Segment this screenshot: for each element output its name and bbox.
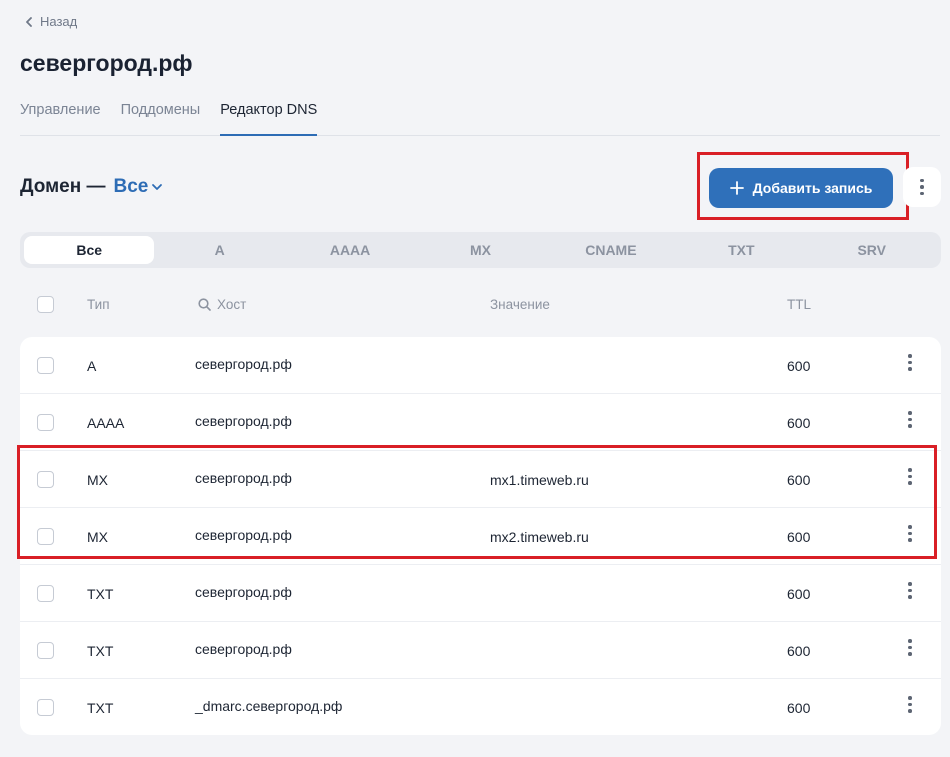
row-more-button[interactable] <box>904 582 916 604</box>
add-record-button[interactable]: Добавить запись <box>709 168 893 208</box>
row-ttl: 600 <box>787 358 811 374</box>
page-title: севергород.рф <box>20 50 193 76</box>
row-host: севергород.рф <box>195 413 292 429</box>
type-tab-all[interactable]: Все <box>24 236 155 264</box>
row-type: TXT <box>87 586 114 602</box>
header-type[interactable]: Тип <box>87 297 110 312</box>
type-tab-txt[interactable]: TXT <box>676 236 806 264</box>
domain-filter-value: Все <box>113 176 149 197</box>
row-checkbox[interactable] <box>37 357 54 374</box>
table-row[interactable]: TXT _dmarc.севергород.рф 600 <box>20 679 941 736</box>
row-checkbox[interactable] <box>37 699 54 716</box>
chevron-left-icon <box>26 16 32 27</box>
row-ttl: 600 <box>787 586 811 602</box>
tab-management[interactable]: Управление <box>20 100 101 136</box>
header-host-label: Хост <box>217 297 247 312</box>
row-ttl: 600 <box>787 700 811 716</box>
search-icon <box>198 298 211 311</box>
row-ttl: 600 <box>787 415 811 431</box>
domain-filter-label: Домен — <box>20 176 106 197</box>
table-row[interactable]: TXT севергород.рф 600 <box>20 565 941 622</box>
type-tab-mx[interactable]: MX <box>415 236 545 264</box>
row-more-button[interactable] <box>904 696 916 718</box>
row-more-button[interactable] <box>904 639 916 661</box>
row-type: TXT <box>87 700 114 716</box>
domain-filter-dropdown[interactable]: Все <box>114 176 164 198</box>
row-checkbox[interactable] <box>37 585 54 602</box>
header-ttl[interactable]: TTL <box>787 297 811 312</box>
row-checkbox[interactable] <box>37 642 54 659</box>
plus-icon <box>729 181 744 195</box>
kebab-icon <box>904 696 916 713</box>
row-host: севергород.рф <box>195 641 292 657</box>
header-value: Значение <box>490 297 550 312</box>
back-link[interactable]: Назад <box>24 14 77 29</box>
kebab-icon <box>904 411 916 428</box>
type-tab-aaaa[interactable]: AAAA <box>285 236 415 264</box>
row-type: A <box>87 358 97 374</box>
back-label: Назад <box>40 14 78 29</box>
add-record-label: Добавить запись <box>752 180 873 196</box>
tab-dns-editor[interactable]: Редактор DNS <box>220 100 318 136</box>
record-type-tabs: Все A AAAA MX CNAME TXT SRV <box>20 232 941 268</box>
select-all-checkbox[interactable] <box>37 296 54 313</box>
type-tab-a[interactable]: A <box>154 236 284 264</box>
mx-records-highlight <box>17 445 937 559</box>
kebab-icon <box>920 178 924 196</box>
table-header: Тип Хост Значение TTL <box>20 290 941 320</box>
header-host[interactable]: Хост <box>198 297 246 312</box>
type-tab-srv[interactable]: SRV <box>807 236 937 264</box>
table-row[interactable]: AAAA севергород.рф 600 <box>20 394 941 451</box>
table-row[interactable]: TXT севергород.рф 600 <box>20 622 941 679</box>
table-row[interactable]: A севергород.рф 600 <box>20 337 941 394</box>
row-host: севергород.рф <box>195 584 292 600</box>
row-ttl: 600 <box>787 643 811 659</box>
type-tab-cname[interactable]: CNAME <box>546 236 676 264</box>
kebab-icon <box>904 354 916 371</box>
page-more-button[interactable] <box>903 167 941 207</box>
chevron-down-icon <box>152 184 163 190</box>
row-more-button[interactable] <box>904 411 916 433</box>
row-more-button[interactable] <box>904 354 916 376</box>
row-type: TXT <box>87 643 114 659</box>
tab-bar: Управление Поддомены Редактор DNS <box>20 100 940 136</box>
tab-subdomains[interactable]: Поддомены <box>121 100 201 136</box>
row-checkbox[interactable] <box>37 414 54 431</box>
row-host: _dmarc.севергород.рф <box>195 698 343 714</box>
kebab-icon <box>904 639 916 656</box>
domain-filter-row: Домен — Все <box>20 176 163 198</box>
row-type: AAAA <box>87 415 125 431</box>
kebab-icon <box>904 582 916 599</box>
row-host: севергород.рф <box>195 356 292 372</box>
